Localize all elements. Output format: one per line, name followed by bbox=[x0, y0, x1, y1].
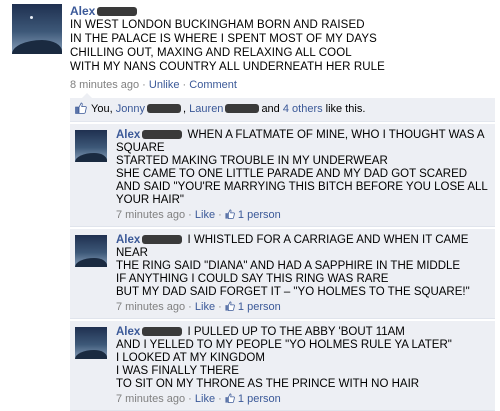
comment-likers-link[interactable]: 1 person bbox=[238, 393, 281, 405]
thumbs-up-icon bbox=[75, 102, 87, 114]
likes-others-link[interactable]: 4 others bbox=[283, 103, 323, 115]
thumbs-up-icon bbox=[225, 301, 235, 311]
comment-item: Alex WHEN A FLATMATE OF MINE, WHO I THOU… bbox=[70, 123, 495, 227]
post-main: Alex IN WEST LONDON BUCKINGHAM BORN AND … bbox=[70, 4, 495, 411]
commenter-avatar[interactable] bbox=[75, 130, 107, 162]
redacted-surname bbox=[225, 104, 260, 113]
commenter-avatar[interactable] bbox=[75, 327, 107, 359]
meta-separator: · bbox=[182, 79, 187, 91]
comment-item: Alex I PULLED UP TO THE ABBY 'BOUT 11AM … bbox=[70, 320, 495, 411]
comment-timestamp[interactable]: 7 minutes ago bbox=[116, 393, 185, 405]
comment-timestamp[interactable]: 7 minutes ago bbox=[116, 301, 185, 313]
post-timestamp[interactable]: 8 minutes ago bbox=[70, 79, 139, 91]
redacted-surname bbox=[147, 104, 182, 113]
comment-meta: 7 minutes ago · Like · 1 person bbox=[116, 393, 281, 405]
avatar-landscape bbox=[75, 350, 107, 359]
commenter-name-link[interactable]: Alex bbox=[116, 326, 140, 338]
comment-meta: 7 minutes ago · Like · 1 person bbox=[116, 209, 281, 221]
liker-link-lauren[interactable]: Lauren bbox=[189, 103, 223, 115]
comment-meta: 7 minutes ago · Like · 1 person bbox=[116, 301, 281, 313]
comment-link[interactable]: Comment bbox=[189, 79, 237, 91]
comment-item: Alex I WHISTLED FOR A CARRIAGE AND WHEN … bbox=[70, 228, 495, 319]
commenter-name-link[interactable]: Alex bbox=[116, 234, 140, 246]
post-meta: 8 minutes ago · Unlike · Comment bbox=[70, 78, 495, 92]
moon-highlight bbox=[30, 16, 33, 19]
comment-timestamp[interactable]: 7 minutes ago bbox=[116, 209, 185, 221]
thumbs-up-icon bbox=[225, 393, 235, 403]
comment-likers-link[interactable]: 1 person bbox=[238, 301, 281, 313]
likes-and: and bbox=[261, 103, 283, 115]
author-name-link[interactable]: Alex bbox=[70, 4, 95, 18]
meta-separator: · bbox=[142, 79, 146, 91]
avatar-landscape bbox=[12, 40, 62, 54]
likes-you: You, bbox=[91, 103, 116, 115]
avatar-landscape bbox=[75, 153, 107, 162]
redacted-surname bbox=[142, 130, 183, 139]
likes-suffix: like this. bbox=[322, 103, 366, 115]
commenter-name-link[interactable]: Alex bbox=[116, 129, 140, 141]
comment-like-link[interactable]: Like bbox=[195, 393, 215, 405]
comment-like-link[interactable]: Like bbox=[195, 209, 215, 221]
likes-sentence: You, Jonny, Lauren and 4 others like this… bbox=[70, 93, 495, 122]
author-avatar[interactable] bbox=[12, 4, 62, 54]
comment-like-link[interactable]: Like bbox=[195, 301, 215, 313]
status-post: Alex IN WEST LONDON BUCKINGHAM BORN AND … bbox=[0, 0, 500, 411]
unlike-link[interactable]: Unlike bbox=[149, 79, 180, 91]
status-message: IN WEST LONDON BUCKINGHAM BORN AND RAISE… bbox=[70, 19, 385, 73]
comment-likers-link[interactable]: 1 person bbox=[238, 209, 281, 221]
commenter-avatar[interactable] bbox=[75, 235, 107, 267]
comment-text: WHEN A FLATMATE OF MINE, WHO I THOUGHT W… bbox=[116, 129, 488, 206]
redacted-surname bbox=[142, 327, 183, 336]
liker-link-jonny[interactable]: Jonny bbox=[116, 103, 145, 115]
avatar-landscape bbox=[75, 258, 107, 267]
thumbs-up-icon bbox=[225, 209, 235, 219]
feedback-box: You, Jonny, Lauren and 4 others like this… bbox=[70, 93, 495, 411]
redacted-surname bbox=[97, 7, 138, 16]
redacted-surname bbox=[142, 235, 183, 244]
